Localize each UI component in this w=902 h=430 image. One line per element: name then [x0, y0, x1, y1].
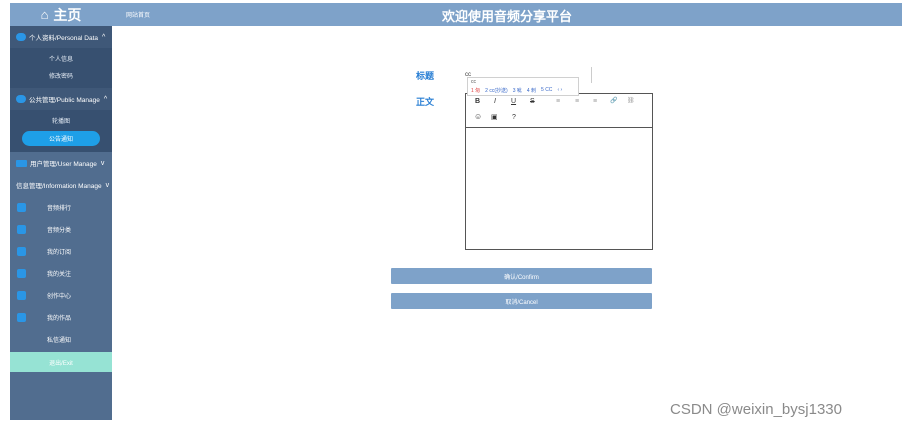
nav-item-subscriptions[interactable]: 我的订阅: [10, 240, 112, 262]
top-header: 网站首页 欢迎使用音频分享平台: [112, 3, 902, 26]
nav-item-label: 音频分类: [47, 227, 72, 234]
logout-label: 退出/Exit: [49, 360, 73, 367]
chevron-up-icon: ^: [103, 95, 108, 103]
italic-button[interactable]: I: [494, 98, 496, 105]
nav-item-label: 音频排行: [47, 205, 72, 212]
link-button[interactable]: 🔗: [610, 98, 617, 104]
cancel-button[interactable]: 取消/Cancel: [391, 293, 652, 309]
nav-item-label: 我的作品: [47, 315, 72, 322]
rich-text-editor: B I U S ≡ ≡ ≡ 🔗 ⛓ ☺ ▣ ?: [465, 93, 653, 250]
submenu-item-announcement[interactable]: 公告通知: [22, 131, 100, 146]
submenu-public: 轮播图 公告通知: [10, 110, 112, 152]
underline-button[interactable]: U: [511, 98, 516, 105]
ime-candidate[interactable]: 4 刺: [527, 87, 536, 94]
menu-public-manage[interactable]: 公共管理/Public Manage ^: [10, 88, 112, 110]
confirm-button[interactable]: 确认/Confirm: [391, 268, 652, 284]
submenu-item-change-password[interactable]: 修改密码: [10, 67, 112, 84]
home-icon: ⌂: [40, 7, 49, 22]
chevron-down-icon: v: [100, 159, 105, 167]
app-root: ⌂ 主页 个人资料/Personal Data ^ 个人信息 修改密码 公共管理…: [0, 0, 902, 430]
title-label: 标题: [416, 71, 435, 81]
menu-user-manage[interactable]: 用户管理/User Manage v: [10, 152, 112, 174]
chevron-up-icon: ^: [102, 33, 106, 41]
edit-icon: [17, 202, 26, 212]
sidebar: ⌂ 主页 个人资料/Personal Data ^ 个人信息 修改密码 公共管理…: [10, 3, 112, 420]
nav-item-audio-category[interactable]: 音频分类: [10, 218, 112, 240]
menu-user-manage-label: 用户管理/User Manage: [30, 161, 97, 168]
ime-typed-text: cc: [471, 79, 476, 85]
menu-information-manage[interactable]: 信息管理/Information Manage v: [10, 174, 112, 196]
menu-personal-data[interactable]: 个人资料/Personal Data ^: [10, 26, 112, 48]
ime-pager[interactable]: ‹ ›: [557, 87, 562, 94]
ime-candidate[interactable]: 2 cc(抄送): [485, 87, 508, 94]
chevron-down-icon: v: [105, 181, 110, 189]
settings-icon: [16, 95, 26, 103]
nav-item-following[interactable]: 我的关注: [10, 262, 112, 284]
logout-button[interactable]: 退出/Exit: [10, 352, 112, 372]
user-circle-icon: [16, 33, 26, 41]
editor-content-area[interactable]: [466, 128, 652, 249]
strikethrough-button[interactable]: S: [530, 98, 535, 105]
watermark: CSDN @weixin_bysj1330: [670, 401, 842, 418]
help-button[interactable]: ?: [512, 114, 516, 121]
subscribe-icon: [17, 246, 26, 256]
nav-item-label: 我的订阅: [47, 249, 72, 256]
submenu-personal: 个人信息 修改密码: [10, 48, 112, 88]
home-logo-text: 主页: [53, 6, 82, 23]
page-title: 欢迎使用音频分享平台: [441, 9, 572, 24]
nav-item-audio-ranking[interactable]: 音频排行: [10, 196, 112, 218]
emoji-button[interactable]: ☺: [474, 113, 482, 121]
nav-item-messages[interactable]: 私信通知: [10, 328, 112, 350]
unlink-button[interactable]: ⛓: [627, 98, 635, 104]
editor-toolbar: B I U S ≡ ≡ ≡ 🔗 ⛓ ☺ ▣ ?: [466, 94, 652, 128]
nav-item-my-works[interactable]: 我的作品: [10, 306, 112, 328]
works-icon: [17, 312, 26, 322]
tag-icon: [17, 224, 26, 234]
nav-item-creator-center[interactable]: 创作中心: [10, 284, 112, 306]
align-right-button[interactable]: ≡: [593, 98, 597, 105]
body-label: 正文: [416, 97, 435, 107]
align-center-button[interactable]: ≡: [575, 98, 579, 105]
nav-item-label: 创作中心: [47, 293, 72, 300]
users-icon: [16, 159, 27, 167]
book-icon: [17, 290, 26, 300]
image-button[interactable]: ▣: [491, 114, 498, 121]
menu-public-manage-label: 公共管理/Public Manage: [29, 97, 100, 104]
ime-candidate[interactable]: 5 CC: [541, 87, 552, 94]
ime-candidate[interactable]: 1 匆: [471, 87, 480, 94]
align-left-button[interactable]: ≡: [556, 98, 560, 105]
menu-personal-data-label: 个人资料/Personal Data: [29, 35, 98, 42]
nav-item-label: 私信通知: [47, 337, 72, 344]
ime-candidate-list: 1 匆 2 cc(抄送) 3 呲 4 刺 5 CC ‹ ›: [471, 87, 562, 94]
ime-candidate-popup: cc 1 匆 2 cc(抄送) 3 呲 4 刺 5 CC ‹ ›: [467, 77, 579, 96]
nav-item-label: 我的关注: [47, 271, 72, 278]
submenu-item-carousel[interactable]: 轮播图: [10, 112, 112, 129]
ime-candidate[interactable]: 3 呲: [513, 87, 522, 94]
bold-button[interactable]: B: [475, 98, 480, 105]
home-logo[interactable]: ⌂ 主页: [10, 3, 112, 26]
submenu-item-personal-info[interactable]: 个人信息: [10, 50, 112, 67]
menu-information-manage-label: 信息管理/Information Manage: [16, 183, 102, 190]
follow-icon: [17, 268, 26, 278]
